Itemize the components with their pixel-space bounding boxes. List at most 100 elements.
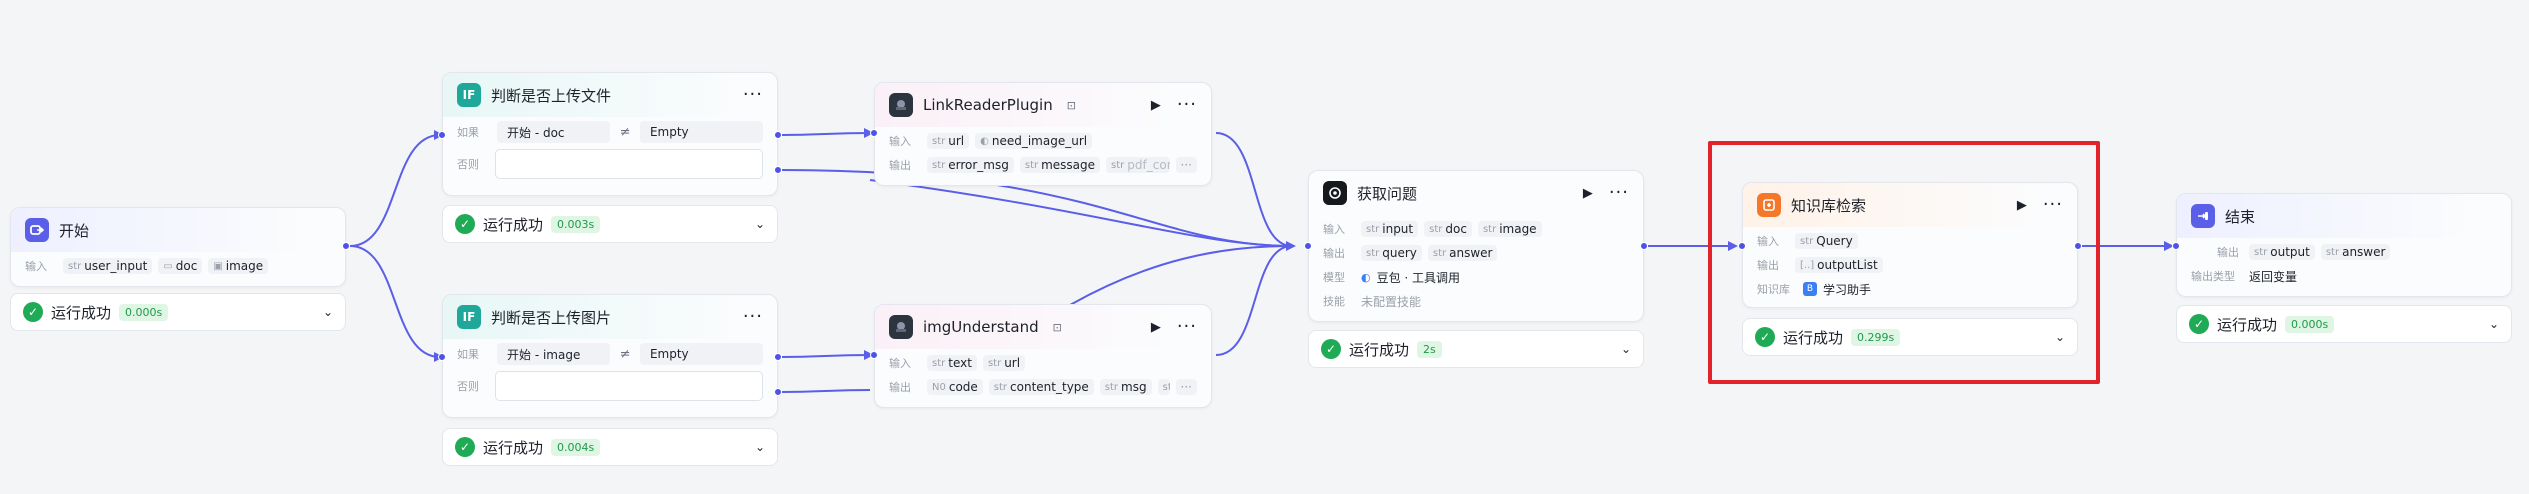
- kb-label: 知识库: [1757, 283, 1790, 296]
- outputs-row: 输出 str query str answer: [1323, 241, 1629, 265]
- more-params-icon[interactable]: ···: [1175, 379, 1197, 395]
- inputs-label: 输入: [25, 260, 47, 273]
- play-icon[interactable]: ▶: [2017, 198, 2027, 213]
- if-doc-node[interactable]: IF 判断是否上传文件 ··· 如果 开始 - doc ≠ Empty 否则: [442, 72, 778, 196]
- param-tag: str user_input: [63, 258, 153, 274]
- start-inputs-row: 输入 str user_input ▭ doc ▣ image: [25, 254, 331, 278]
- inputs-row: 输入 str Query: [1757, 229, 2063, 253]
- if-image-else-port[interactable]: [774, 388, 782, 396]
- start-output-port[interactable]: [342, 242, 350, 250]
- edge-start-ifdoc: [349, 134, 441, 247]
- kb-search-input-port[interactable]: [1738, 242, 1746, 250]
- check-circle-icon: ✓: [23, 302, 43, 322]
- if-icon: IF: [457, 83, 481, 107]
- kb-search-run-status[interactable]: ✓ 运行成功 0.299s ⌄: [1742, 318, 2078, 356]
- play-icon[interactable]: ▶: [1151, 320, 1161, 335]
- if-doc-title: 判断是否上传文件: [491, 86, 612, 105]
- else-branch-box[interactable]: [495, 371, 763, 401]
- model-row: 模型 ◐ 豆包 · 工具调用: [1323, 265, 1629, 289]
- run-duration-badge: 0.000s: [119, 303, 169, 321]
- link-reader-input-port[interactable]: [870, 129, 878, 137]
- chevron-down-icon[interactable]: ⌄: [755, 440, 765, 454]
- workflow-canvas[interactable]: 开始 输入 str user_input ▭ doc ▣ image ✓ 运行成功 0…: [0, 0, 2529, 494]
- skill-row: 技能 未配置技能: [1323, 289, 1629, 313]
- if-doc-input-port[interactable]: [438, 131, 446, 139]
- link-reader-node[interactable]: LinkReaderPlugin ⊡ ▶ ··· 输入 str url ◐ need…: [874, 82, 1212, 186]
- kb-search-node[interactable]: 知识库检索 ▶ ··· 输入 str Query 输出 [..] outputLis…: [1742, 182, 2078, 308]
- outputs-label: 输出: [1323, 247, 1345, 260]
- outputs-label: 输出: [2217, 246, 2239, 259]
- if-image-run-status[interactable]: ✓ 运行成功 0.004s ⌄: [442, 428, 778, 466]
- if-label: 如果: [457, 348, 479, 361]
- output-type-row: 输出类型 返回变量: [2191, 264, 2497, 288]
- end-node[interactable]: 结束 输出 str output str answer 输出类型 返回变量: [2176, 193, 2512, 297]
- if-image-true-port[interactable]: [774, 353, 782, 361]
- inputs-label: 输入: [889, 135, 911, 148]
- param-tag: str output: [2249, 244, 2315, 260]
- inputs-label: 输入: [1323, 223, 1345, 236]
- end-run-status[interactable]: ✓ 运行成功 0.000s ⌄: [2176, 305, 2512, 343]
- play-icon[interactable]: ▶: [1151, 98, 1161, 113]
- if-doc-run-status[interactable]: ✓ 运行成功 0.003s ⌄: [442, 205, 778, 243]
- knowledge-base-icon: [1757, 193, 1781, 217]
- toggle-icon: ◐: [980, 135, 989, 147]
- if-icon: IF: [457, 305, 481, 329]
- if-image-input-port[interactable]: [438, 353, 446, 361]
- param-tag: [..] outputList: [1795, 257, 1883, 273]
- img-understand-input-port[interactable]: [870, 351, 878, 359]
- kb-row: 知识库 B 学习助手: [1757, 277, 2063, 301]
- edge-link-question: [1215, 132, 1293, 247]
- kb-search-output-port[interactable]: [2074, 242, 2082, 250]
- more-options-icon[interactable]: ···: [743, 86, 763, 104]
- if-doc-else-port[interactable]: [774, 166, 782, 174]
- more-options-icon[interactable]: ···: [1177, 96, 1197, 114]
- edge-ifimage-img: [781, 354, 871, 358]
- outputs-label: 输出: [1757, 259, 1779, 272]
- more-params-icon[interactable]: ···: [1175, 157, 1197, 173]
- more-options-icon[interactable]: ···: [743, 308, 763, 326]
- get-question-input-port[interactable]: [1304, 242, 1312, 250]
- param-tag: str image: [1477, 221, 1542, 237]
- if-condition-row: 如果 开始 - image ≠ Empty: [457, 341, 763, 367]
- check-circle-icon: ✓: [455, 437, 475, 457]
- condition-left-field[interactable]: 开始 - doc: [497, 121, 611, 143]
- chevron-down-icon[interactable]: ⌄: [2489, 317, 2499, 331]
- chevron-down-icon[interactable]: ⌄: [2055, 330, 2065, 344]
- llm-icon: [1323, 181, 1347, 205]
- else-branch-box[interactable]: [495, 149, 763, 179]
- param-tag: str doc: [1424, 221, 1472, 237]
- condition-left-field[interactable]: 开始 - image: [497, 343, 611, 365]
- if-image-node[interactable]: IF 判断是否上传图片 ··· 如果 开始 - image ≠ Empty 否则: [442, 294, 778, 418]
- condition-right-field[interactable]: Empty: [639, 121, 763, 143]
- get-question-node[interactable]: 获取问题 ▶ ··· 输入 str input str doc str image 输…: [1308, 170, 1644, 322]
- inputs-label: 输入: [889, 357, 911, 370]
- get-question-output-port[interactable]: [1640, 242, 1648, 250]
- param-tag: str message: [1019, 157, 1101, 173]
- start-icon: [25, 218, 49, 242]
- chevron-down-icon[interactable]: ⌄: [1621, 342, 1631, 356]
- param-tag: strres: [1157, 379, 1170, 395]
- inputs-label: 输入: [1757, 235, 1779, 248]
- start-node[interactable]: 开始 输入 str user_input ▭ doc ▣ image: [10, 207, 346, 287]
- param-tag: str text: [927, 355, 977, 371]
- more-options-icon[interactable]: ···: [1609, 184, 1629, 202]
- more-options-icon[interactable]: ···: [2043, 196, 2063, 214]
- chevron-down-icon[interactable]: ⌄: [755, 217, 765, 231]
- run-duration-badge: 0.299s: [1851, 328, 1901, 346]
- more-options-icon[interactable]: ···: [1177, 318, 1197, 336]
- start-run-status[interactable]: ✓ 运行成功 0.000s ⌄: [10, 293, 346, 331]
- outputs-label: 输出: [889, 381, 911, 394]
- if-doc-true-port[interactable]: [774, 131, 782, 139]
- end-node-header: 结束: [2177, 194, 2511, 238]
- edge-link-else-question: [869, 179, 1293, 247]
- condition-right-field[interactable]: Empty: [639, 343, 763, 365]
- end-icon: [2191, 204, 2215, 228]
- chevron-down-icon[interactable]: ⌄: [323, 305, 333, 319]
- edge-ifdoc-link: [781, 132, 871, 136]
- img-understand-header: imgUnderstand ⊡ ▶ ···: [875, 305, 1211, 349]
- get-question-run-status[interactable]: ✓ 运行成功 2s ⌄: [1308, 330, 1644, 368]
- end-input-port[interactable]: [2172, 242, 2180, 250]
- play-icon[interactable]: ▶: [1583, 186, 1593, 201]
- img-understand-node[interactable]: imgUnderstand ⊡ ▶ ··· 输入 str text str url …: [874, 304, 1212, 408]
- outputs-label: 输出: [889, 159, 911, 172]
